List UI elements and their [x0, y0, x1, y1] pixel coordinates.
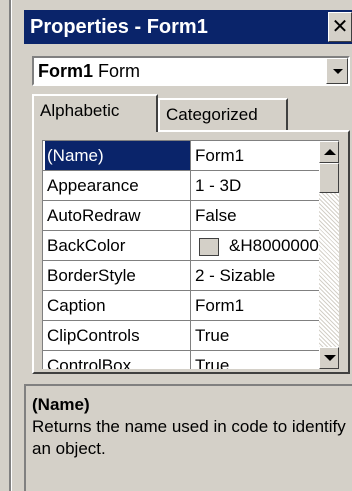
property-row[interactable]: BackColor &H8000000 [43, 231, 319, 261]
splitter-line [9, 0, 12, 491]
property-value[interactable]: Form1 [191, 141, 319, 170]
property-value[interactable]: False [191, 201, 319, 230]
property-row[interactable]: ControlBox True [43, 351, 319, 369]
scroll-thumb[interactable] [319, 163, 339, 193]
properties-window: Properties - Form1 ✕ Form1 Form Alphabet… [24, 0, 352, 491]
tab-alphabetic[interactable]: Alphabetic [32, 94, 158, 132]
property-value[interactable]: True [191, 321, 319, 350]
property-row[interactable]: BorderStyle 2 - Sizable [43, 261, 319, 291]
tab-categorized[interactable]: Categorized [158, 98, 288, 132]
property-value[interactable]: True [191, 351, 319, 369]
close-button[interactable]: ✕ [328, 12, 352, 42]
property-value[interactable]: Form1 [191, 291, 319, 320]
property-name: Appearance [45, 171, 191, 200]
property-row[interactable]: (Name) Form1 [43, 141, 319, 171]
scroll-up-arrow-icon[interactable] [319, 141, 339, 163]
property-name: BackColor [45, 231, 191, 260]
description-pane: (Name) Returns the name used in code to … [24, 384, 352, 491]
scroll-down-arrow-icon[interactable] [319, 347, 339, 369]
property-name: (Name) [45, 141, 191, 170]
tab-label: Categorized [166, 105, 258, 124]
property-name: ClipControls [45, 321, 191, 350]
property-row[interactable]: ClipControls True [43, 321, 319, 351]
object-selector[interactable]: Form1 Form [32, 56, 350, 86]
title-bar: Properties - Form1 ✕ [24, 10, 352, 44]
chevron-down-icon[interactable] [326, 58, 348, 84]
property-value[interactable]: 2 - Sizable [191, 261, 319, 290]
property-row[interactable]: AutoRedraw False [43, 201, 319, 231]
property-grid-frame: (Name) Form1 Appearance 1 - 3D AutoRedra… [32, 130, 350, 374]
color-swatch-icon [199, 237, 219, 256]
property-value[interactable]: 1 - 3D [191, 171, 319, 200]
window-title: Properties - Form1 [30, 16, 208, 38]
description-text: Returns the name used in code to identif… [32, 417, 346, 458]
description-heading: (Name) [32, 395, 90, 414]
tab-label: Alphabetic [40, 101, 120, 120]
property-grid: (Name) Form1 Appearance 1 - 3D AutoRedra… [42, 140, 339, 369]
property-name: AutoRedraw [45, 201, 191, 230]
property-row[interactable]: Appearance 1 - 3D [43, 171, 319, 201]
vertical-scrollbar[interactable] [319, 141, 339, 369]
property-name: ControlBox [45, 351, 191, 369]
property-value-color[interactable]: &H8000000 [191, 231, 319, 260]
property-name: BorderStyle [45, 261, 191, 290]
left-splitter[interactable] [0, 0, 12, 491]
object-name: Form1 [38, 61, 94, 81]
property-row[interactable]: Caption Form1 [43, 291, 319, 321]
close-icon: ✕ [331, 16, 349, 38]
object-type: Form [98, 61, 141, 81]
property-value: &H8000000 [229, 236, 319, 255]
property-name: Caption [45, 291, 191, 320]
